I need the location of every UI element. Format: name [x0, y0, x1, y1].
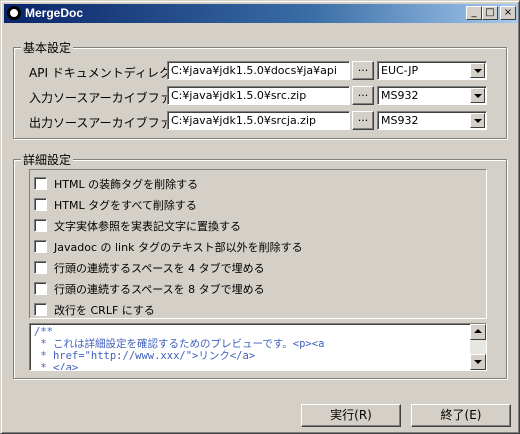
option-checkbox[interactable]	[34, 198, 47, 211]
scroll-up-button[interactable]	[470, 324, 486, 340]
option-checkbox[interactable]	[34, 177, 47, 190]
option-checkbox[interactable]	[34, 261, 47, 274]
preview-text: /** * これは詳細設定を確認するためのプレビューです。<p><a * hre…	[34, 326, 325, 371]
input-archive-encoding-select[interactable]: MS932	[377, 86, 487, 105]
detail-settings-title: 詳細設定	[21, 151, 74, 168]
option-label: HTML の装飾タグを削除する	[54, 178, 199, 191]
output-archive-browse-button[interactable]: ...	[352, 111, 374, 130]
option-checkbox[interactable]	[34, 240, 47, 253]
preview-textarea[interactable]: /** * これは詳細設定を確認するためのプレビューです。<p><a * hre…	[29, 323, 487, 371]
arrow-up-icon	[474, 329, 482, 333]
option-checkbox[interactable]	[34, 303, 47, 316]
preview-scrollbar[interactable]	[470, 324, 486, 370]
input-archive-browse-button[interactable]: ...	[352, 86, 374, 105]
chevron-down-icon[interactable]	[470, 113, 485, 128]
maximize-button[interactable]: □	[482, 6, 498, 20]
option-label: 文字実体参照を実表記文字に置換する	[54, 220, 241, 233]
close-button[interactable]: ×	[500, 6, 516, 20]
exit-button[interactable]: 終了(E)	[411, 404, 511, 427]
arrow-down-icon	[474, 360, 482, 364]
option-label: 行頭の連続するスペースを 8 タブで埋める	[54, 283, 265, 296]
option-label: HTML タグをすべて削除する	[54, 199, 197, 212]
api-doc-dir-field[interactable]: C:¥java¥jdk1.5.0¥docs¥ja¥api	[167, 61, 350, 80]
run-button[interactable]: 実行(R)	[301, 404, 401, 427]
option-label: 改行を CRLF にする	[54, 304, 155, 317]
api-doc-encoding-select[interactable]: EUC-JP	[377, 61, 487, 80]
scroll-down-button[interactable]	[470, 354, 486, 370]
chevron-down-icon[interactable]	[470, 88, 485, 103]
option-label: Javadoc の link タグのテキスト部以外を削除する	[54, 241, 303, 254]
app-icon	[7, 6, 21, 20]
chevron-down-icon[interactable]	[470, 63, 485, 78]
output-archive-encoding-select[interactable]: MS932	[377, 111, 487, 130]
option-checkbox[interactable]	[34, 219, 47, 232]
window-title: MergeDoc	[25, 6, 84, 20]
basic-settings-title: 基本設定	[21, 39, 74, 56]
output-archive-encoding-value: MS932	[381, 114, 419, 127]
input-archive-encoding-value: MS932	[381, 89, 419, 102]
option-label: 行頭の連続するスペースを 4 タブで埋める	[54, 262, 265, 275]
mergedoc-window: MergeDoc _ □ × 基本設定 API ドキュメントディレクトリ C:¥…	[0, 0, 520, 434]
api-doc-encoding-value: EUC-JP	[381, 64, 419, 77]
title-bar[interactable]: MergeDoc _ □ ×	[4, 4, 518, 23]
option-checkbox[interactable]	[34, 282, 47, 295]
output-archive-field[interactable]: C:¥java¥jdk1.5.0¥srcja.zip	[167, 111, 350, 130]
minimize-button[interactable]: _	[466, 6, 482, 20]
input-archive-field[interactable]: C:¥java¥jdk1.5.0¥src.zip	[167, 86, 350, 105]
api-doc-dir-browse-button[interactable]: ...	[352, 61, 374, 80]
options-panel: HTML の装飾タグを削除する HTML タグをすべて削除する 文字実体参照を実…	[29, 169, 487, 319]
